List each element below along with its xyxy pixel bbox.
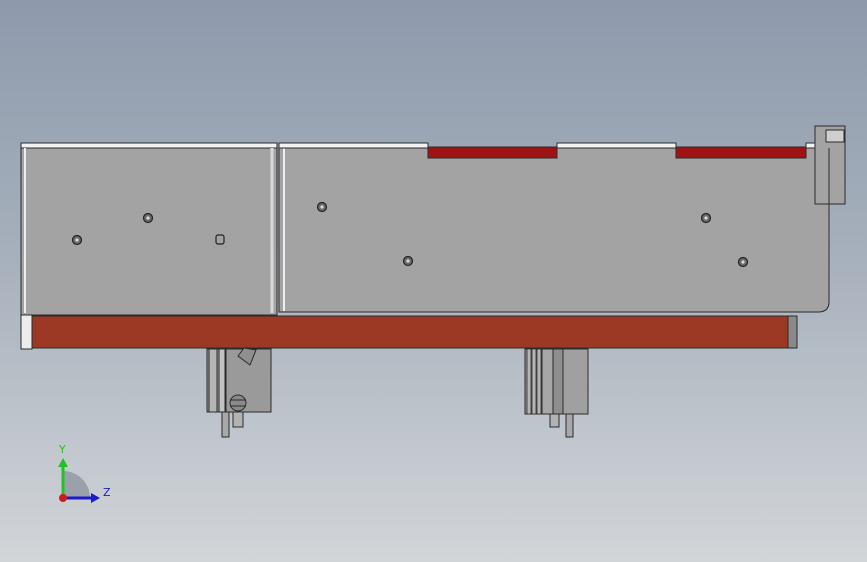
red-slot-2[interactable]: [675, 146, 807, 159]
end-bracket-cap: [825, 129, 845, 143]
left-housing-top-edge: [20, 142, 278, 149]
base-rail[interactable]: [31, 315, 789, 349]
left-housing[interactable]: [20, 147, 278, 316]
left-motor-shaft: [221, 411, 230, 438]
red-slot-1[interactable]: [427, 146, 558, 159]
right-housing[interactable]: [278, 147, 830, 313]
base-rail-end-left: [20, 314, 33, 350]
cad-model-view[interactable]: [0, 0, 867, 562]
x-axis-origin-dot: [59, 494, 67, 502]
screw-hole-square: [215, 234, 225, 245]
orientation-triad[interactable]: [58, 458, 100, 503]
y-axis-label: Y: [59, 443, 66, 456]
right-housing-top-edge-b: [556, 142, 677, 149]
left-motor-assembly[interactable]: [206, 347, 272, 438]
z-axis-label: Z: [103, 486, 111, 499]
z-axis-arrowhead: [91, 493, 100, 503]
left-motor-knob: [229, 394, 247, 412]
cad-viewport[interactable]: Y Z: [0, 0, 867, 562]
right-motor-assembly[interactable]: [524, 348, 589, 438]
right-motor-shaft: [549, 413, 560, 428]
triad-plane-arc: [63, 471, 90, 498]
y-axis-arrowhead: [58, 458, 68, 467]
right-housing-top-edge-a: [278, 142, 429, 149]
base-rail-end-right: [787, 315, 798, 349]
